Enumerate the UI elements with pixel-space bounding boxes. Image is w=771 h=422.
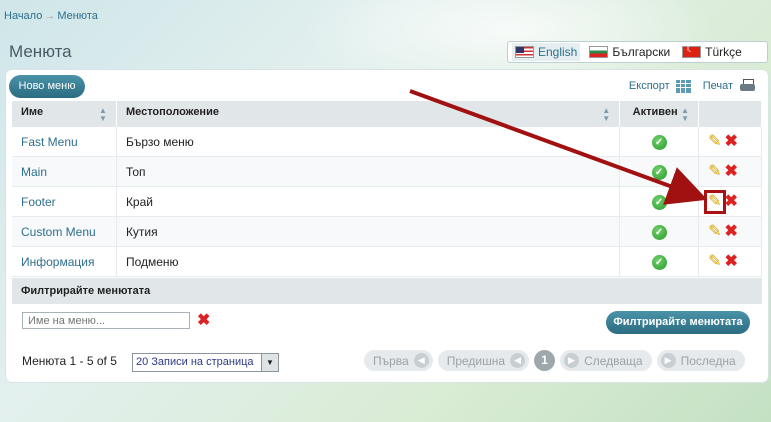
annotation-arrow-icon — [409, 89, 708, 205]
